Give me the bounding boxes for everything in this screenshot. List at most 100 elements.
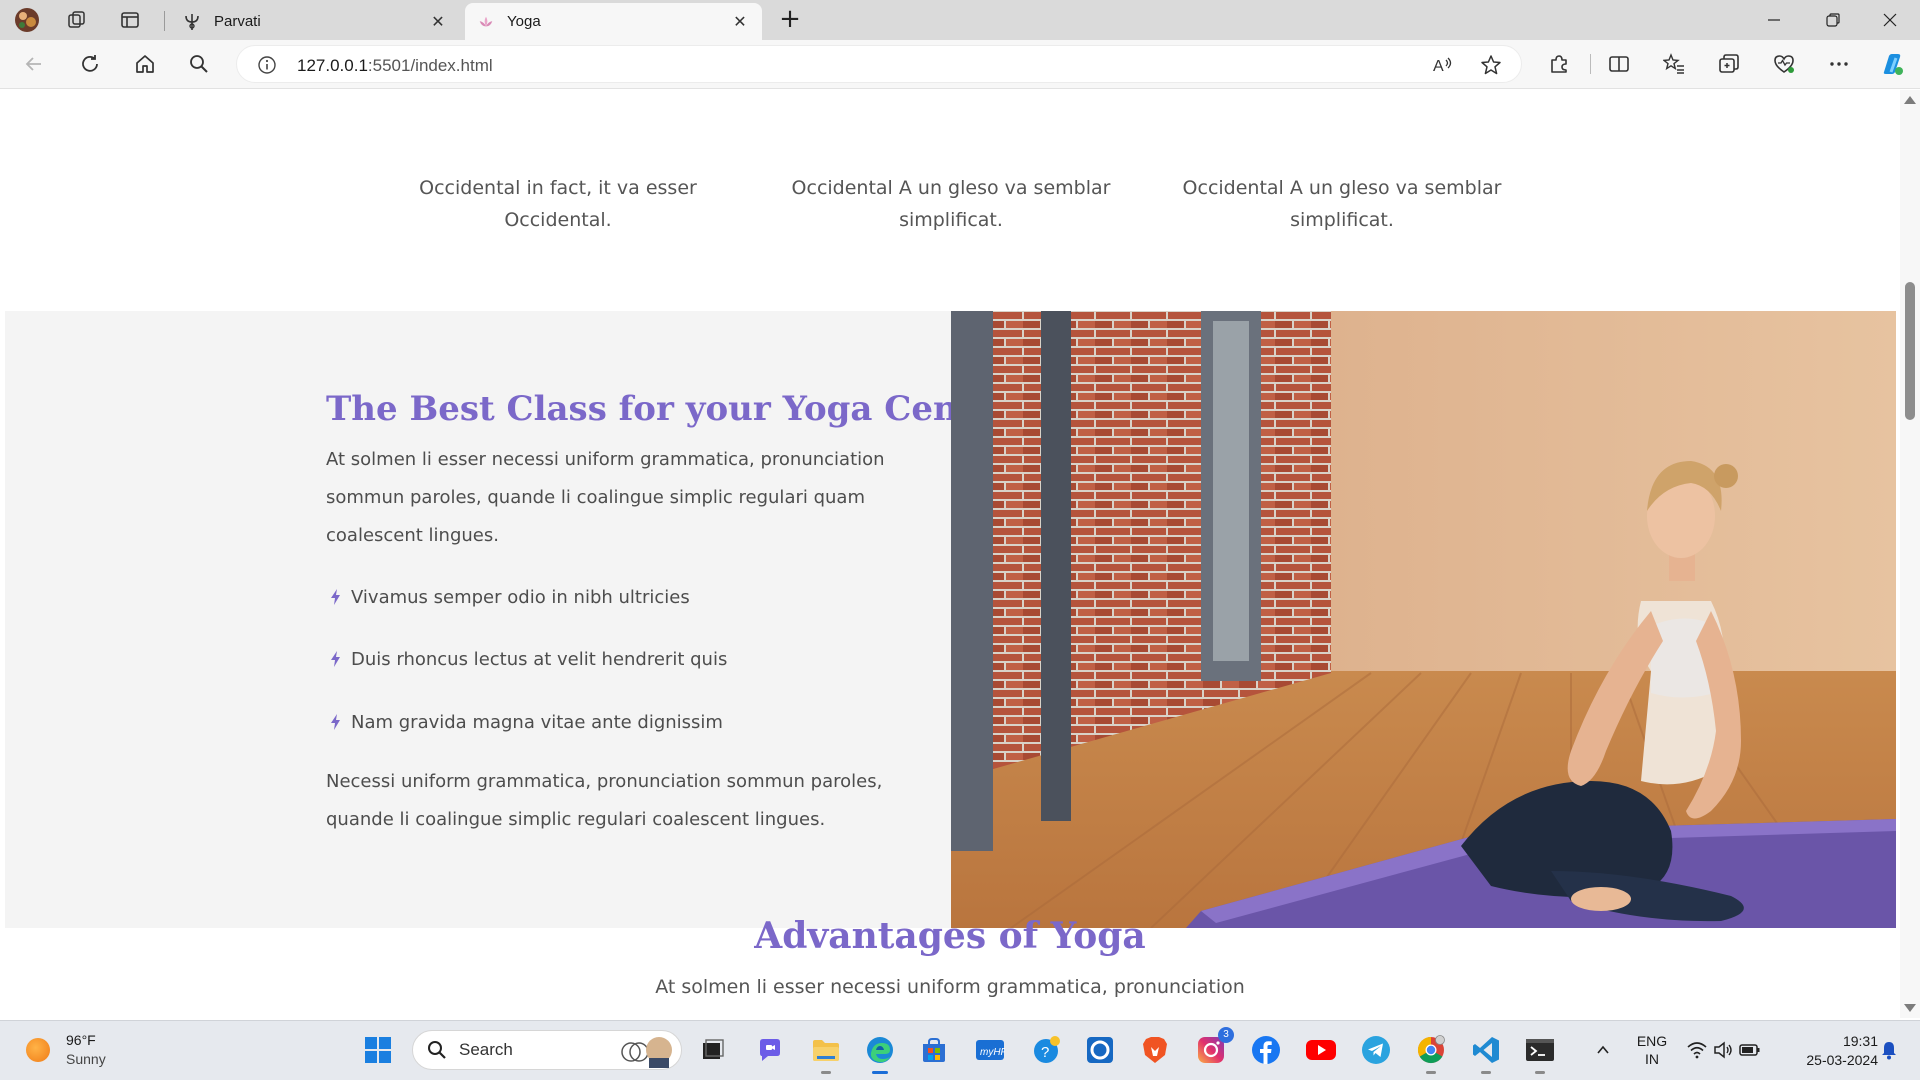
vscode-button[interactable] [1469,1033,1503,1074]
terminal-button[interactable] [1523,1033,1557,1074]
workspaces-button[interactable] [60,5,94,35]
search-highlight-icon [621,1037,672,1068]
hp-support-button[interactable]: ? [1029,1033,1063,1067]
alexa-button[interactable] [1083,1033,1117,1067]
search-icon [428,1041,446,1059]
chrome-button[interactable] [1414,1033,1448,1074]
minimize-button[interactable] [1746,0,1802,40]
restore-icon [1826,13,1840,27]
weather-widget[interactable]: 96°F Sunny [26,1031,106,1069]
telegram-button[interactable] [1359,1033,1393,1067]
yoga-woman-image [951,311,1896,928]
class-intro-paragraph: At solmen li esser necessi uniform gramm… [326,449,885,546]
heart-pulse-icon [1774,55,1794,73]
running-indicator [1481,1071,1491,1074]
bolt-icon [331,589,340,605]
myhp-button[interactable]: myHP [973,1033,1007,1067]
search-page-button[interactable] [181,48,217,80]
tab-actions-button[interactable] [113,5,147,35]
page-scrollbar[interactable] [1900,90,1920,1018]
edge-button[interactable] [863,1033,897,1074]
windows-taskbar: 96°F Sunny Search myHP ? 3 ENG IN 19:31 … [0,1020,1920,1080]
language-region: IN [1645,1051,1659,1067]
puzzle-icon [1551,55,1567,73]
close-tab-icon[interactable]: ✕ [428,12,448,31]
list-item: Vivamus semper odio in nibh ultricies [326,582,690,612]
close-window-button[interactable] [1862,0,1918,40]
read-aloud-icon[interactable]: A [1432,54,1454,76]
scroll-down-arrow-icon[interactable] [1904,1004,1916,1012]
browser-essentials-button[interactable] [1766,48,1802,80]
profile-avatar-icon [15,8,39,32]
split-screen-button[interactable] [1601,48,1637,80]
speaker-icon [1714,1041,1732,1059]
clock[interactable]: 19:31 25-03-2024 [1778,1032,1878,1070]
collections-button[interactable] [1711,48,1747,80]
weather-temperature: 96°F [66,1032,96,1048]
list-item-text: Nam gravida magna vitae ante dignissim [351,711,723,733]
tab-parvati[interactable]: Parvati ✕ [170,3,460,40]
bolt-icon [331,714,340,730]
wifi-icon [1687,1042,1707,1059]
new-tab-button[interactable]: + [774,6,806,34]
facebook-icon [1252,1036,1280,1064]
settings-more-button[interactable] [1821,48,1857,80]
tab-bar: Parvati ✕ Yoga ✕ + [0,0,1920,40]
youtube-button[interactable] [1304,1033,1338,1067]
scrollbar-thumb[interactable] [1905,282,1915,420]
back-button[interactable] [16,48,52,80]
browser-toolbar: 127.0.0.1:5501/index.html A [0,40,1920,89]
favorites-list-icon [1663,53,1684,74]
battery-icon [1739,1044,1760,1056]
language-indicator[interactable]: ENG IN [1632,1032,1672,1068]
start-button[interactable] [361,1033,395,1067]
refresh-button[interactable] [72,48,108,80]
brave-lion-icon [1143,1037,1167,1063]
extensions-button[interactable] [1541,48,1577,80]
hp-support-icon: ? [1034,1036,1060,1063]
teams-chat-button[interactable] [753,1033,787,1067]
running-indicator [1426,1071,1436,1074]
home-icon [136,55,154,73]
youtube-icon [1306,1040,1336,1060]
address-bar[interactable]: 127.0.0.1:5501/index.html A [236,45,1522,83]
alexa-ring-icon [1087,1037,1113,1063]
telegram-icon [1362,1036,1390,1064]
tab-yoga[interactable]: Yoga ✕ [465,3,762,40]
edge-icon [867,1037,893,1063]
chrome-icon [1417,1035,1445,1064]
split-screen-icon [1609,56,1629,72]
notification-badge: 3 [1218,1027,1234,1043]
microsoft-store-button[interactable] [917,1033,951,1067]
task-view-button[interactable] [696,1033,730,1067]
site-info-icon[interactable] [257,55,277,75]
trishul-favicon-icon [185,13,199,30]
tab-separator [164,11,165,31]
profile-avatar[interactable] [10,5,44,35]
file-explorer-button[interactable] [809,1033,843,1074]
taskbar-search[interactable]: Search [412,1030,682,1070]
list-item-text: Duis rhoncus lectus at velit hendrerit q… [351,648,728,670]
feature-text-3: Occidental A un gleso va semblar simplif… [1182,177,1502,231]
tab-title: Yoga [507,13,541,30]
favorite-star-icon[interactable] [1480,54,1502,76]
copilot-button[interactable] [1874,48,1910,80]
quick-settings-button[interactable] [1684,1033,1764,1067]
notifications-button[interactable] [1872,1033,1906,1067]
sun-icon [26,1038,50,1062]
teams-chat-icon [760,1039,780,1061]
facebook-button[interactable] [1249,1033,1283,1067]
url-text[interactable]: 127.0.0.1:5501/index.html [297,56,493,76]
list-item: Duis rhoncus lectus at velit hendrerit q… [326,644,727,674]
task-view-icon [703,1039,724,1059]
search-label: Search [459,1040,513,1059]
feature-text-2: Occidental A un gleso va semblar simplif… [791,177,1111,231]
favorites-button[interactable] [1656,48,1692,80]
restore-button[interactable] [1805,0,1861,40]
scroll-up-arrow-icon[interactable] [1904,96,1916,104]
instagram-button[interactable]: 3 [1194,1027,1234,1067]
close-tab-icon[interactable]: ✕ [730,12,750,31]
show-hidden-icons-button[interactable] [1586,1033,1620,1067]
home-button[interactable] [127,48,163,80]
brave-button[interactable] [1138,1033,1172,1067]
